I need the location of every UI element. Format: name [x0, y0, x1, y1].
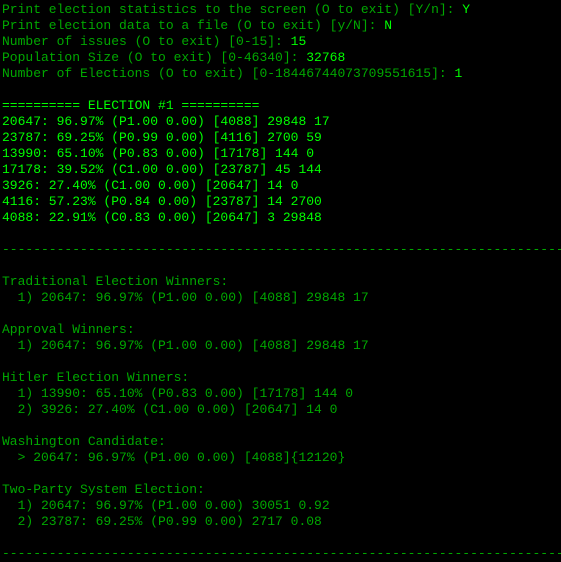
traditional-row: 1) 20647: 96.97% (P1.00 0.00) [4088] 298…: [2, 290, 559, 306]
stat-row: 4116: 57.23% (P0.84 0.00) [23787] 14 270…: [2, 194, 559, 210]
blank: [2, 466, 559, 482]
prompt-num-elections: Number of Elections (O to exit) [0-18446…: [2, 66, 559, 82]
blank: [2, 418, 559, 434]
stat-row: 3926: 27.40% (C1.00 0.00) [20647] 14 0: [2, 178, 559, 194]
blank: [2, 306, 559, 322]
stat-row: 4088: 22.91% (C0.83 0.00) [20647] 3 2984…: [2, 210, 559, 226]
divider: ----------------------------------------…: [2, 546, 559, 562]
election-header: ========== ELECTION #1 ==========: [2, 98, 559, 114]
hitler-row: 2) 3926: 27.40% (C1.00 0.00) [20647] 14 …: [2, 402, 559, 418]
washington-title: Washington Candidate:: [2, 434, 559, 450]
stat-row: 23787: 69.25% (P0.99 0.00) [4116] 2700 5…: [2, 130, 559, 146]
input-pop-size: 32768: [306, 50, 345, 65]
blank: [2, 82, 559, 98]
prompt-num-issues: Number of issues (O to exit) [0-15]: 15: [2, 34, 559, 50]
approval-row: 1) 20647: 96.97% (P1.00 0.00) [4088] 298…: [2, 338, 559, 354]
stat-row: 20647: 96.97% (P1.00 0.00) [4088] 29848 …: [2, 114, 559, 130]
twoparty-title: Two-Party System Election:: [2, 482, 559, 498]
blank: [2, 226, 559, 242]
blank: [2, 354, 559, 370]
input-num-issues: 15: [291, 34, 307, 49]
blank: [2, 258, 559, 274]
blank: [2, 530, 559, 546]
traditional-title: Traditional Election Winners:: [2, 274, 559, 290]
hitler-title: Hitler Election Winners:: [2, 370, 559, 386]
washington-row: > 20647: 96.97% (P1.00 0.00) [4088]{1212…: [2, 450, 559, 466]
prompt-data-file: Print election data to a file (O to exit…: [2, 18, 559, 34]
stat-row: 13990: 65.10% (P0.83 0.00) [17178] 144 0: [2, 146, 559, 162]
prompt-stats-screen: Print election statistics to the screen …: [2, 2, 559, 18]
divider: ----------------------------------------…: [2, 242, 559, 258]
stat-row: 17178: 39.52% (C1.00 0.00) [23787] 45 14…: [2, 162, 559, 178]
prompt-pop-size: Population Size (O to exit) [0-46340]: 3…: [2, 50, 559, 66]
hitler-row: 1) 13990: 65.10% (P0.83 0.00) [17178] 14…: [2, 386, 559, 402]
approval-title: Approval Winners:: [2, 322, 559, 338]
twoparty-row: 1) 20647: 96.97% (P1.00 0.00) 30051 0.92: [2, 498, 559, 514]
twoparty-row: 2) 23787: 69.25% (P0.99 0.00) 2717 0.08: [2, 514, 559, 530]
input-data-file: N: [384, 18, 392, 33]
input-stats-screen: Y: [462, 2, 470, 17]
input-num-elections: 1: [454, 66, 462, 81]
